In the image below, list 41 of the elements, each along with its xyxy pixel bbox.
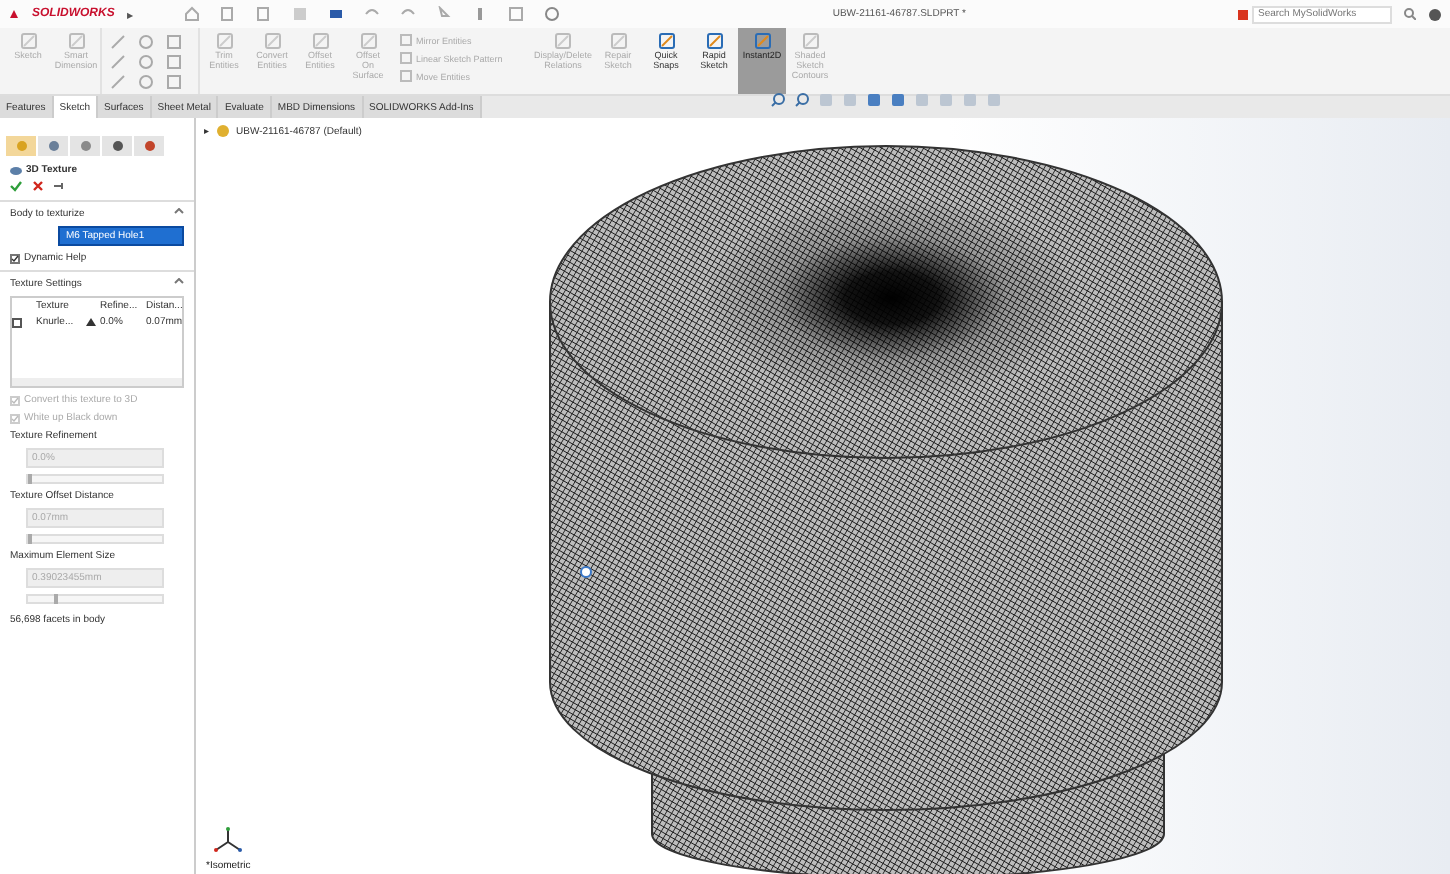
axis-triad-icon <box>212 826 244 854</box>
texture-swatch-icon <box>12 317 22 327</box>
tool-icon <box>554 32 572 50</box>
tool-icon <box>263 32 281 50</box>
panel-tab-icon <box>143 140 155 152</box>
tool-icon <box>67 32 85 50</box>
collapse-caret-icon[interactable] <box>174 278 184 284</box>
horizontal-scrollbar[interactable] <box>12 378 182 386</box>
panel-tab-icon <box>15 140 27 152</box>
tool-icon <box>311 32 329 50</box>
ok-check-icon[interactable] <box>10 180 22 192</box>
pin-icon[interactable] <box>54 180 66 192</box>
part-icon <box>216 124 230 138</box>
panel-tab-icon <box>47 140 59 152</box>
panel-tab[interactable] <box>38 136 68 156</box>
checkbox[interactable] <box>10 253 20 263</box>
tool-icon <box>215 32 233 50</box>
zoom-area-icon[interactable] <box>794 92 810 108</box>
cancel-icon[interactable] <box>32 180 44 192</box>
collapse-caret-icon[interactable] <box>174 208 184 214</box>
logo-icon <box>8 8 20 20</box>
tool-icon <box>705 32 724 50</box>
tool-icon <box>753 32 772 50</box>
texture-icon <box>10 165 22 175</box>
tool-icon <box>801 32 820 50</box>
search-icon[interactable] <box>1404 8 1416 20</box>
help-icon[interactable] <box>1428 7 1442 21</box>
zoom-icon[interactable] <box>770 92 786 108</box>
tool-icon <box>19 32 37 50</box>
triangle-icon <box>86 318 96 326</box>
home-icon[interactable] <box>184 6 201 22</box>
search-logo-icon <box>1238 9 1248 19</box>
panel-tab[interactable] <box>102 136 132 156</box>
tool-icon <box>657 32 676 50</box>
panel-tab[interactable] <box>70 136 100 156</box>
selection-marker-icon <box>580 566 592 578</box>
panel-tab-icon <box>111 140 123 152</box>
tool-icon <box>359 32 377 50</box>
tool-icon <box>609 32 628 50</box>
panel-tab-icon <box>79 140 91 152</box>
panel-tab[interactable] <box>134 136 164 156</box>
